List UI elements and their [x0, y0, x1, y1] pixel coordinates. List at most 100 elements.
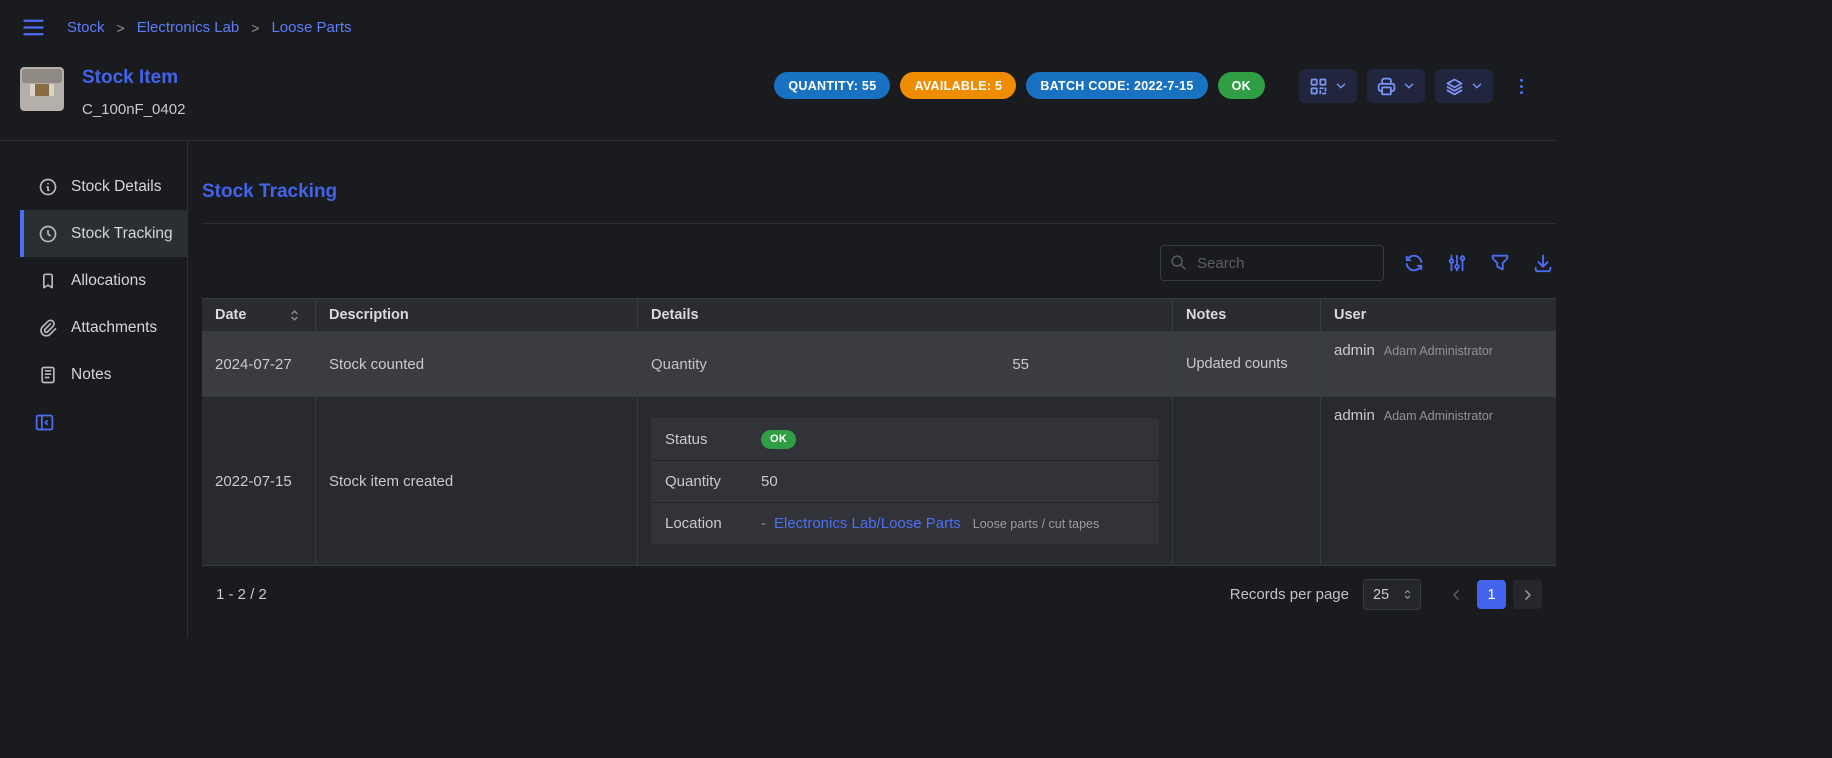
- main-panel: Stock Tracking: [188, 141, 1556, 638]
- column-header-details[interactable]: Details: [637, 299, 1172, 331]
- notes-value: Updated counts: [1186, 356, 1288, 372]
- description-value: Stock counted: [329, 356, 424, 373]
- hamburger-icon: [20, 14, 47, 41]
- user-cell: admin Adam Administrator: [1320, 332, 1556, 396]
- user-cell: admin Adam Administrator: [1320, 397, 1556, 565]
- stock-item-thumbnail[interactable]: [20, 67, 64, 111]
- chevron-down-icon: [1334, 79, 1348, 93]
- breadcrumb-link-stock[interactable]: Stock: [67, 19, 105, 36]
- location-link[interactable]: Electronics Lab/Loose Parts: [774, 515, 961, 532]
- quantity-badge: QUANTITY: 55: [774, 72, 890, 99]
- stock-tracking-table: Date Description Details Notes User 2024…: [202, 298, 1556, 623]
- username: admin: [1334, 407, 1375, 424]
- column-header-label: User: [1334, 307, 1366, 323]
- detail-row-location: Location - Electronics Lab/Loose Parts L…: [651, 502, 1159, 544]
- table-footer: 1 - 2 / 2 Records per page 25: [202, 566, 1556, 623]
- table-row: 2024-07-27 Stock counted Quantity 55 Upd…: [202, 332, 1556, 397]
- sidebar-item-stock-tracking[interactable]: Stock Tracking: [20, 210, 187, 257]
- breadcrumb: Stock > Electronics Lab > Loose Parts: [67, 19, 352, 36]
- records-per-page-select[interactable]: 25: [1363, 579, 1421, 610]
- column-header-notes[interactable]: Notes: [1172, 299, 1320, 331]
- user-fullname: Adam Administrator: [1384, 344, 1493, 358]
- detail-row-quantity: Quantity 50: [651, 460, 1159, 502]
- sidebar-collapse-button[interactable]: [34, 412, 55, 433]
- column-header-user[interactable]: User: [1320, 299, 1556, 331]
- available-badge: AVAILABLE: 5: [900, 72, 1016, 99]
- table-header-row: Date Description Details Notes User: [202, 299, 1556, 332]
- stock-actions-icon: [1444, 76, 1465, 97]
- title-block: Stock Item C_100nF_0402: [82, 67, 185, 118]
- download-button[interactable]: [1530, 250, 1556, 276]
- records-per-page-label: Records per page: [1230, 586, 1349, 603]
- column-header-label: Date: [215, 307, 246, 323]
- sidebar-item-label: Notes: [71, 366, 112, 384]
- description-cell: Stock item created: [315, 397, 637, 565]
- date-value: 2022-07-15: [215, 473, 292, 490]
- date-value: 2024-07-27: [215, 356, 292, 373]
- pager: 1: [1441, 580, 1542, 609]
- section-heading: Stock Tracking: [202, 181, 1556, 203]
- page-number-button[interactable]: 1: [1477, 580, 1506, 609]
- refresh-button[interactable]: [1401, 250, 1427, 276]
- sidebar-item-label: Attachments: [71, 319, 157, 337]
- dots-menu-button[interactable]: [1507, 72, 1536, 101]
- sort-icon: [287, 308, 302, 323]
- page-subtitle: C_100nF_0402: [82, 101, 185, 118]
- column-header-label: Notes: [1186, 307, 1226, 323]
- sidebar-item-stock-details[interactable]: Stock Details: [20, 163, 187, 210]
- table-row: 2022-07-15 Stock item created Status OK …: [202, 397, 1556, 566]
- content-area: Stock Details Stock Tracking Allocations…: [0, 141, 1556, 638]
- stock-actions-button[interactable]: [1435, 69, 1493, 103]
- heading-divider: [202, 223, 1556, 224]
- sidebar-collapse-icon: [34, 412, 55, 433]
- details-cell: Status OK Quantity 50 Location - Electro…: [637, 397, 1172, 565]
- date-cell: 2022-07-15: [202, 397, 315, 565]
- sidebar-item-attachments[interactable]: Attachments: [20, 304, 187, 351]
- info-icon: [38, 177, 58, 197]
- sidebar-item-label: Stock Details: [71, 178, 161, 196]
- barcode-actions-button[interactable]: [1299, 69, 1357, 103]
- date-cell: 2024-07-27: [202, 332, 315, 396]
- detail-row: Quantity 55: [651, 356, 1159, 373]
- previous-page-button[interactable]: [1441, 580, 1470, 609]
- topbar: Stock > Electronics Lab > Loose Parts: [0, 0, 1556, 51]
- description-value: Stock item created: [329, 473, 453, 490]
- sidebar-item-label: Allocations: [71, 272, 146, 290]
- detail-value: 50: [761, 473, 778, 490]
- next-page-button[interactable]: [1513, 580, 1542, 609]
- hamburger-menu-button[interactable]: [20, 14, 47, 41]
- detail-row-status: Status OK: [651, 418, 1159, 460]
- page-title: Stock Item: [82, 67, 185, 89]
- selector-icon: [1401, 588, 1414, 601]
- ok-status-badge: OK: [1218, 72, 1265, 99]
- sidebar-item-allocations[interactable]: Allocations: [20, 257, 187, 304]
- filter-icon: [1489, 252, 1511, 274]
- history-icon: [38, 224, 58, 244]
- search-box: [1160, 245, 1384, 281]
- column-header-date[interactable]: Date: [202, 299, 315, 331]
- search-input[interactable]: [1160, 245, 1384, 281]
- column-settings-button[interactable]: [1444, 250, 1470, 276]
- detail-label: Location: [665, 515, 761, 532]
- download-icon: [1532, 252, 1554, 274]
- status-badges: QUANTITY: 55 AVAILABLE: 5 BATCH CODE: 20…: [774, 72, 1265, 99]
- chevron-right-icon: [1520, 587, 1536, 603]
- detail-value: 55: [1012, 356, 1029, 373]
- header-actions: [1299, 69, 1536, 103]
- page-header: Stock Item C_100nF_0402 QUANTITY: 55 AVA…: [0, 51, 1556, 141]
- notes-cell: [1172, 397, 1320, 565]
- print-actions-button[interactable]: [1367, 69, 1425, 103]
- filter-button[interactable]: [1487, 250, 1513, 276]
- bookmark-icon: [38, 271, 58, 291]
- sidebar: Stock Details Stock Tracking Allocations…: [20, 141, 188, 638]
- breadcrumb-link-electronics-lab[interactable]: Electronics Lab: [137, 19, 240, 36]
- breadcrumb-separator: >: [117, 20, 125, 36]
- column-header-description[interactable]: Description: [315, 299, 637, 331]
- sidebar-item-label: Stock Tracking: [71, 225, 173, 243]
- barcode-actions-icon: [1308, 76, 1329, 97]
- detail-label: Quantity: [665, 473, 761, 490]
- sidebar-item-notes[interactable]: Notes: [20, 351, 187, 398]
- detail-label: Status: [665, 431, 761, 448]
- breadcrumb-link-loose-parts[interactable]: Loose Parts: [271, 19, 351, 36]
- notes-icon: [38, 365, 58, 385]
